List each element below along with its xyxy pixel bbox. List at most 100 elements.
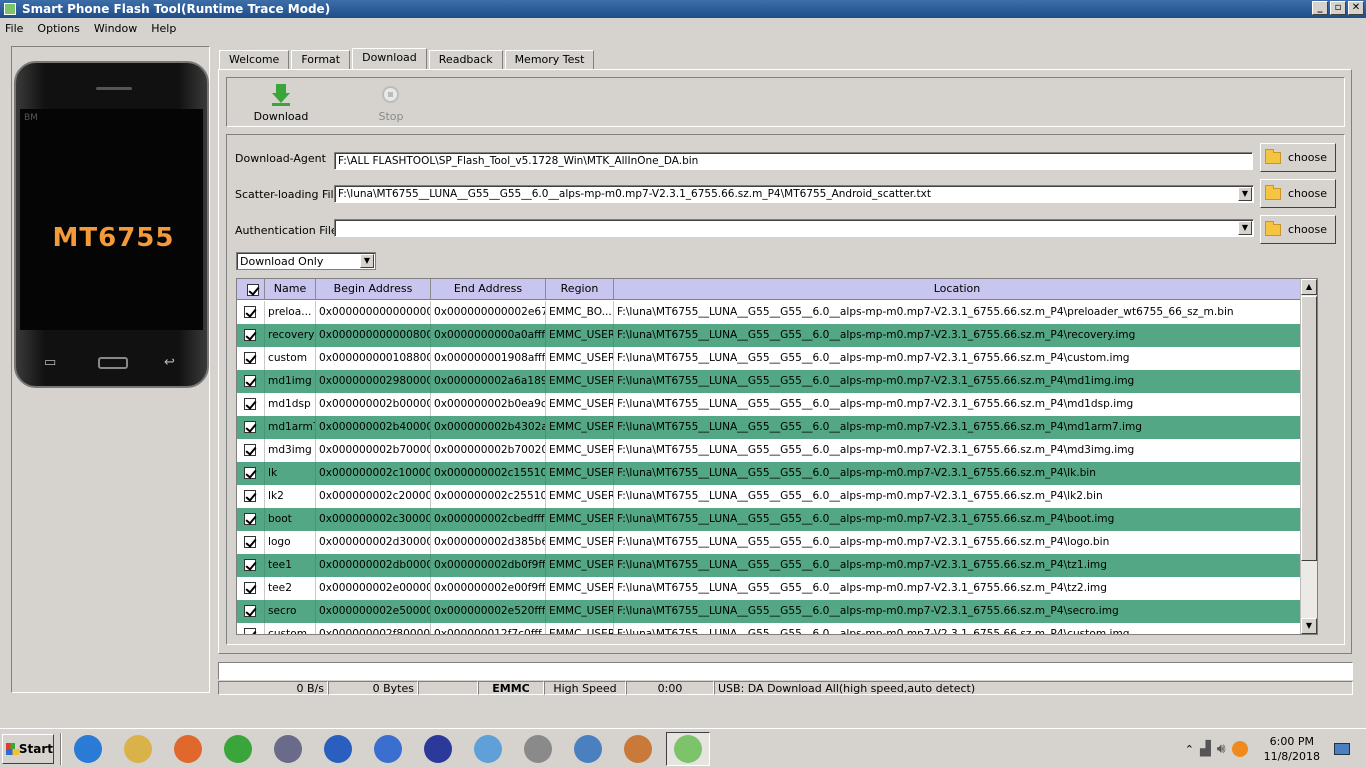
- row-checkbox[interactable]: [244, 306, 256, 318]
- paint-taskbar-button[interactable]: [616, 732, 660, 766]
- download-arrow-icon: [251, 84, 311, 106]
- table-row[interactable]: lk2 0x000000002c200000 0x000000002c25510b E…: [237, 485, 1301, 508]
- row-checkbox[interactable]: [244, 421, 256, 433]
- select-all-header[interactable]: [237, 279, 265, 300]
- row-checkbox[interactable]: [244, 513, 256, 525]
- show-desktop-icon[interactable]: [1334, 743, 1350, 755]
- row-checkbox[interactable]: [244, 352, 256, 364]
- avast-icon[interactable]: [1231, 741, 1248, 757]
- row-checkbox[interactable]: [244, 628, 256, 634]
- table-row[interactable]: tee2 0x000000002e000000 0x000000002e00f9ff…: [237, 577, 1301, 600]
- row-checkbox-cell[interactable]: [237, 508, 265, 531]
- menu-help[interactable]: Help: [151, 22, 176, 35]
- row-checkbox-cell[interactable]: [237, 554, 265, 577]
- tab-welcome[interactable]: Welcome: [219, 50, 290, 69]
- table-scrollbar[interactable]: ▲ ▼: [1300, 279, 1317, 634]
- menu-file[interactable]: File: [5, 22, 23, 35]
- row-checkbox-cell[interactable]: [237, 462, 265, 485]
- row-checkbox-cell[interactable]: [237, 531, 265, 554]
- scroll-down-icon[interactable]: ▼: [1301, 618, 1317, 634]
- download-agent-field[interactable]: F:\ALL FLASHTOOL\SP_Flash_Tool_v5.1728_W…: [334, 152, 1253, 170]
- scatter-file-combobox[interactable]: F:\luna\MT6755__LUNA__G55__G55__6.0__alp…: [334, 185, 1254, 203]
- minimize-button[interactable]: _: [1312, 1, 1328, 15]
- ie-taskbar-button[interactable]: [66, 732, 110, 766]
- table-row[interactable]: md1arm7 0x000000002b400000 0x000000002b430…: [237, 416, 1301, 439]
- table-row[interactable]: boot 0x000000002c300000 0x000000002cbedfff…: [237, 508, 1301, 531]
- close-button[interactable]: ✕: [1348, 1, 1364, 15]
- tab-format[interactable]: Format: [291, 50, 351, 69]
- row-checkbox[interactable]: [244, 444, 256, 456]
- table-row[interactable]: lk 0x000000002c100000 0x000000002c15510b EM…: [237, 462, 1301, 485]
- table-row[interactable]: recovery 0x0000000000008000 0x0000000000a0…: [237, 324, 1301, 347]
- region: EMMC_USER: [546, 439, 614, 462]
- row-checkbox-cell[interactable]: [237, 623, 265, 634]
- notes-taskbar-button[interactable]: [466, 732, 510, 766]
- table-row[interactable]: custom 0x000000002f800000 0x000000012f7c0f…: [237, 623, 1301, 634]
- tab-memory-test[interactable]: Memory Test: [504, 50, 595, 69]
- network-icon[interactable]: ▟: [1200, 741, 1211, 757]
- start-button[interactable]: Start: [2, 734, 54, 764]
- partition-name: md1img: [265, 370, 316, 393]
- table-row[interactable]: tee1 0x000000002db00000 0x000000002db0f9ff…: [237, 554, 1301, 577]
- chevron-down-icon[interactable]: ▼: [360, 254, 374, 268]
- sp-flash-taskbar-button[interactable]: [416, 732, 460, 766]
- row-checkbox-cell[interactable]: [237, 324, 265, 347]
- tab-download[interactable]: Download: [352, 48, 427, 69]
- row-checkbox-cell[interactable]: [237, 416, 265, 439]
- scroll-up-icon[interactable]: ▲: [1301, 279, 1317, 295]
- download-mode-select[interactable]: Download Only ▼: [236, 252, 376, 270]
- row-checkbox[interactable]: [244, 375, 256, 387]
- row-checkbox[interactable]: [244, 398, 256, 410]
- table-row[interactable]: md1dsp 0x000000002b000000 0x000000002b0ea9…: [237, 393, 1301, 416]
- row-checkbox[interactable]: [244, 490, 256, 502]
- clock[interactable]: 6:00 PM 11/8/2018: [1264, 734, 1320, 764]
- scroll-thumb[interactable]: [1301, 296, 1317, 561]
- choose-scatter-file-button[interactable]: choose: [1260, 179, 1336, 208]
- swirl-app-taskbar-button[interactable]: [366, 732, 410, 766]
- keyboard-taskbar-button[interactable]: [266, 732, 310, 766]
- chevron-down-icon[interactable]: ▼: [1238, 187, 1252, 201]
- row-checkbox[interactable]: [244, 536, 256, 548]
- disc-burner-taskbar-button[interactable]: [316, 732, 360, 766]
- settings-taskbar-button[interactable]: [566, 732, 610, 766]
- stop-button[interactable]: Stop: [361, 84, 421, 123]
- choose-download-agent-button[interactable]: choose: [1260, 143, 1336, 172]
- table-row[interactable]: custom 0x0000000001088000 0x000000001908af…: [237, 347, 1301, 370]
- table-row[interactable]: secro 0x000000002e500000 0x000000002e520ff…: [237, 600, 1301, 623]
- row-checkbox[interactable]: [244, 582, 256, 594]
- row-checkbox-cell[interactable]: [237, 393, 265, 416]
- choose-authentication-file-button[interactable]: choose: [1260, 215, 1336, 244]
- row-checkbox-cell[interactable]: [237, 301, 265, 324]
- row-checkbox-cell[interactable]: [237, 370, 265, 393]
- archive-taskbar-button[interactable]: [516, 732, 560, 766]
- tab-readback[interactable]: Readback: [428, 50, 503, 69]
- end-address: 0x000000012f7c0fff: [431, 623, 546, 634]
- android-tool-taskbar-button[interactable]: [666, 732, 710, 766]
- row-checkbox[interactable]: [244, 605, 256, 617]
- select-all-checkbox[interactable]: [246, 284, 259, 296]
- row-checkbox-cell[interactable]: [237, 439, 265, 462]
- firefox-taskbar-button[interactable]: [166, 732, 210, 766]
- table-row[interactable]: md1img 0x0000000029800000 0x000000002a6a18…: [237, 370, 1301, 393]
- volume-icon[interactable]: 🔊︎: [1217, 741, 1226, 757]
- chevron-up-icon[interactable]: ⌃: [1185, 743, 1194, 756]
- menu-window[interactable]: Window: [94, 22, 137, 35]
- row-checkbox[interactable]: [244, 559, 256, 571]
- file-manager-taskbar-button[interactable]: [116, 732, 160, 766]
- row-checkbox-cell[interactable]: [237, 485, 265, 508]
- table-row[interactable]: preloa... 0x0000000000000000 0x00000000000…: [237, 301, 1301, 324]
- row-checkbox[interactable]: [244, 329, 256, 341]
- row-checkbox-cell[interactable]: [237, 347, 265, 370]
- earpiece: [96, 87, 132, 90]
- authentication-file-combobox[interactable]: ▼: [334, 219, 1254, 237]
- row-checkbox-cell[interactable]: [237, 600, 265, 623]
- row-checkbox-cell[interactable]: [237, 577, 265, 600]
- row-checkbox[interactable]: [244, 467, 256, 479]
- chevron-down-icon[interactable]: ▼: [1238, 221, 1252, 235]
- table-row[interactable]: md3img 0x000000002b700000 0x000000002b7002…: [237, 439, 1301, 462]
- menu-options[interactable]: Options: [37, 22, 79, 35]
- maximize-button[interactable]: ▫: [1330, 1, 1346, 15]
- chrome-taskbar-button[interactable]: [216, 732, 260, 766]
- download-button[interactable]: Download: [251, 84, 311, 123]
- table-row[interactable]: logo 0x000000002d300000 0x000000002d385b65…: [237, 531, 1301, 554]
